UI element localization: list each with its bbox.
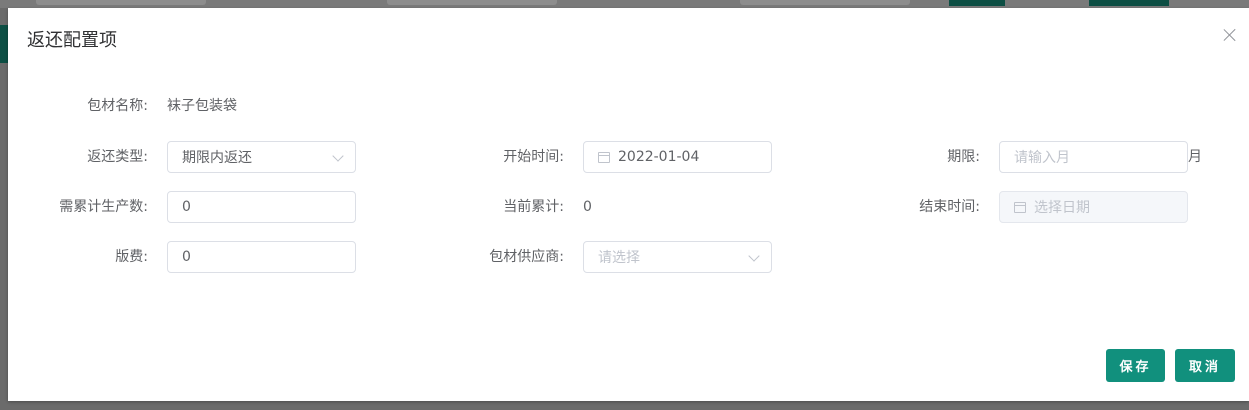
- chevron-down-icon: [748, 250, 760, 262]
- cancel-button[interactable]: 取消: [1175, 349, 1235, 382]
- end-time-label: 结束时间:: [919, 199, 980, 215]
- close-icon[interactable]: [1223, 28, 1237, 42]
- material-name-value: 袜子包装袋: [167, 98, 237, 114]
- start-time-picker[interactable]: 2022-01-04: [583, 141, 772, 173]
- dialog-title: 返还配置项: [27, 30, 117, 51]
- version-fee-input[interactable]: 0: [167, 241, 356, 273]
- calendar-icon: [1014, 201, 1026, 213]
- calendar-icon: [598, 151, 610, 163]
- supplier-select[interactable]: 请选择: [583, 241, 772, 273]
- background-button: [949, 0, 1005, 6]
- background-input: [36, 0, 206, 5]
- start-time-label: 开始时间:: [503, 149, 564, 165]
- save-button[interactable]: 保存: [1106, 349, 1165, 382]
- background-button: [1089, 0, 1169, 6]
- required-production-label: 需累计生产数:: [59, 199, 148, 215]
- term-unit: 月: [1188, 149, 1202, 165]
- background-input: [740, 0, 910, 5]
- current-total-value: 0: [583, 199, 592, 215]
- start-time-value: 2022-01-04: [618, 149, 700, 165]
- term-placeholder: 请输入月: [1014, 150, 1070, 166]
- term-input[interactable]: 请输入月: [999, 141, 1188, 173]
- background-accent: [0, 25, 8, 63]
- current-total-label: 当前累计:: [503, 199, 564, 215]
- end-time-placeholder: 选择日期: [1034, 200, 1090, 216]
- supplier-label: 包材供应商:: [489, 249, 564, 265]
- end-time-picker[interactable]: 选择日期: [999, 191, 1188, 223]
- version-fee-label: 版费:: [115, 249, 148, 265]
- required-production-input[interactable]: 0: [167, 191, 356, 223]
- return-type-select[interactable]: 期限内返还: [167, 141, 356, 173]
- return-config-dialog: 返还配置项 包材名称: 袜子包装袋 返还类型: 期限内返还 开始时间: 2022…: [8, 8, 1249, 401]
- chevron-down-icon: [332, 150, 344, 162]
- return-type-label: 返还类型:: [87, 149, 148, 165]
- term-label: 期限:: [947, 149, 980, 165]
- background-input: [387, 0, 557, 5]
- supplier-placeholder: 请选择: [598, 250, 640, 266]
- material-name-label: 包材名称:: [87, 98, 148, 114]
- required-production-value: 0: [182, 199, 191, 215]
- version-fee-value: 0: [182, 249, 191, 265]
- return-type-value: 期限内返还: [182, 150, 252, 166]
